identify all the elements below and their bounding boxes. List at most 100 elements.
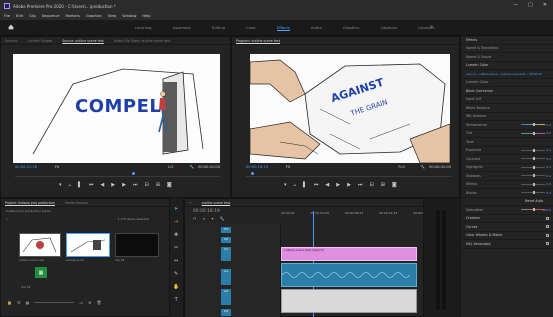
mark-in-icon[interactable]: ▾: [59, 182, 62, 188]
temperature-value[interactable]: 0.0: [546, 123, 551, 127]
track-a1-target[interactable]: A1: [221, 269, 231, 285]
fx-row[interactable]: Speed & Sound: [461, 53, 553, 62]
mark-out-icon[interactable]: ▵: [69, 182, 72, 188]
wrench-icon[interactable]: 🔧: [421, 165, 425, 169]
shadows-slider[interactable]: [521, 174, 545, 178]
export-frame-icon[interactable]: ◙: [167, 182, 172, 188]
zoom-slider[interactable]: [34, 302, 75, 303]
goto-in-icon[interactable]: ⏮: [89, 182, 94, 188]
type-tool-icon[interactable]: T: [175, 297, 178, 303]
tint-slider[interactable]: [521, 131, 545, 135]
hsl-secondary-checkbox[interactable]: [546, 242, 549, 246]
search-icon[interactable]: ⌕: [6, 217, 8, 221]
goto-in-icon[interactable]: ⏮: [314, 182, 319, 188]
whites-value[interactable]: 0.0: [546, 182, 551, 186]
tone-row[interactable]: Tone: [461, 138, 553, 147]
menu-window[interactable]: Window: [122, 14, 136, 18]
program-fit-dropdown[interactable]: Fit: [286, 165, 290, 169]
track-select-tool-icon[interactable]: ⇢: [174, 219, 178, 225]
ripple-edit-tool-icon[interactable]: ✥: [174, 232, 178, 238]
track-v3-target[interactable]: V3: [221, 227, 231, 233]
goto-out-icon[interactable]: ⏭: [133, 182, 138, 188]
menu-file[interactable]: File: [4, 14, 10, 18]
tab-lumetri-scopes[interactable]: Lumetri Scopes: [28, 39, 53, 43]
white-balance-row[interactable]: White Balance: [461, 104, 553, 113]
source-scrub-bar[interactable]: [15, 172, 220, 177]
maximize-button[interactable]: □: [528, 2, 533, 8]
workspace-tab-captions[interactable]: Captions: [380, 25, 397, 31]
mark-in-icon[interactable]: ▾: [284, 182, 287, 188]
program-resolution-dropdown[interactable]: Full: [398, 165, 404, 169]
contrast-value[interactable]: 0.0: [546, 157, 551, 161]
source-resolution-dropdown[interactable]: 1/2: [168, 165, 174, 169]
source-video-frame[interactable]: COMPEL: [13, 54, 220, 163]
saturation-value[interactable]: 100.0: [542, 208, 551, 212]
add-marker-icon[interactable]: ▾: [211, 216, 213, 221]
home-icon[interactable]: [8, 24, 14, 30]
menu-help[interactable]: Help: [142, 14, 150, 18]
source-fit-dropdown[interactable]: Fit: [55, 165, 59, 169]
input-lut-row[interactable]: Input LUT: [461, 96, 553, 104]
settings-icon[interactable]: 🔧: [219, 216, 224, 221]
more-workspaces-icon[interactable]: »: [430, 24, 433, 30]
audio-clip-a1[interactable]: [281, 263, 417, 287]
color-wheels-section[interactable]: Color Wheels & Match: [461, 232, 553, 240]
marker-icon[interactable]: ▌: [303, 182, 307, 188]
track-v2-target[interactable]: V2: [221, 237, 231, 243]
track-a2-target[interactable]: A2: [221, 289, 231, 305]
wb-selector-row[interactable]: WB Selector: [461, 113, 553, 121]
whites-slider[interactable]: [521, 182, 545, 186]
fx-row[interactable]: Speed & Transitions: [461, 45, 553, 53]
icon-view-icon[interactable]: ▦: [26, 300, 30, 305]
color-wheels-checkbox[interactable]: [546, 233, 549, 237]
program-current-timecode[interactable]: 00:00:18:19: [246, 165, 268, 169]
highlights-value[interactable]: 0.0: [546, 165, 551, 169]
extract-icon[interactable]: ⊞: [381, 182, 385, 188]
selection-tool-icon[interactable]: ➤: [174, 206, 178, 212]
fx-lumetri-dropdown[interactable]: Lumetri Color: [461, 79, 553, 87]
menu-view[interactable]: View: [108, 14, 117, 18]
menu-sequence[interactable]: Sequence: [42, 14, 60, 18]
tab-audio-clip-mixer[interactable]: Audio Clip Mixer: outline scene test: [114, 39, 170, 43]
track-a3-target[interactable]: A3: [221, 309, 231, 316]
hand-tool-icon[interactable]: ✋: [173, 284, 179, 290]
step-forward-icon[interactable]: ▶: [122, 182, 126, 188]
blacks-value[interactable]: 0.0: [546, 191, 551, 195]
new-item-icon[interactable]: ⊕: [88, 300, 91, 305]
source-playhead[interactable]: [132, 172, 135, 175]
program-video-frame[interactable]: AGAINST THE GRAIN: [250, 54, 450, 163]
blacks-slider[interactable]: [521, 191, 545, 195]
basic-correction-header[interactable]: Basic Correction: [461, 87, 553, 96]
exposure-value[interactable]: 0.0: [546, 148, 551, 152]
pen-tool-icon[interactable]: ✎: [174, 271, 178, 277]
workspace-tab-color[interactable]: Color: [246, 25, 256, 31]
insert-icon[interactable]: ⊟: [145, 182, 149, 188]
tab-project[interactable]: Project: Indiana proj production: [5, 201, 55, 205]
step-back-icon[interactable]: ◀: [100, 182, 104, 188]
menu-clip[interactable]: Clip: [29, 14, 36, 18]
play-icon[interactable]: ▶: [111, 182, 115, 188]
menu-graphics[interactable]: Graphics: [86, 14, 102, 18]
source-current-timecode[interactable]: 00:00:21:18: [15, 165, 37, 169]
track-v1-target[interactable]: V1: [221, 247, 231, 261]
project-thumb-1[interactable]: [19, 233, 61, 257]
tab-sources[interactable]: Sources: [5, 39, 18, 43]
export-frame-icon[interactable]: ◙: [392, 182, 397, 188]
menu-edit[interactable]: Edit: [16, 14, 23, 18]
linked-selection-icon[interactable]: ∞: [202, 216, 205, 221]
step-back-icon[interactable]: ◀: [325, 182, 329, 188]
program-scrub-bar[interactable]: [246, 172, 451, 177]
tab-source-monitor[interactable]: Source: outline scene test: [62, 39, 104, 43]
minimize-button[interactable]: —: [513, 2, 518, 8]
workspace-tab-effects[interactable]: Effects: [276, 25, 290, 31]
workspace-tab-assembly[interactable]: Assembly: [172, 25, 190, 31]
workspace-tab-editing[interactable]: Editing: [212, 25, 225, 31]
tint-value[interactable]: 0.0: [546, 131, 551, 135]
contrast-slider[interactable]: [521, 157, 545, 161]
wrench-icon[interactable]: 🔧: [190, 165, 194, 169]
curves-checkbox[interactable]: [546, 225, 549, 229]
goto-out-icon[interactable]: ⏭: [358, 182, 363, 188]
workspace-tab-learning[interactable]: Learning: [135, 25, 151, 31]
tab-timeline-sequence[interactable]: outline scene test: [202, 201, 230, 205]
snap-icon[interactable]: ⊓: [193, 216, 196, 221]
